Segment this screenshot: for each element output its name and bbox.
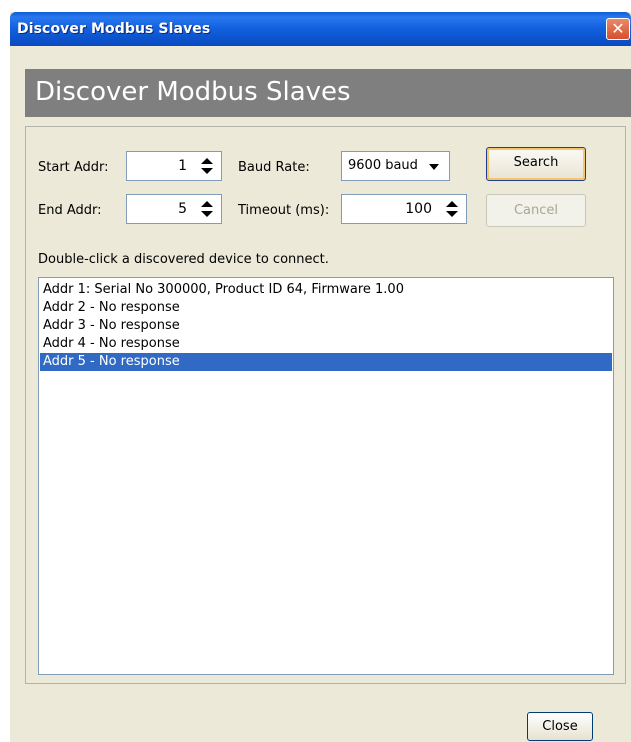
window-title: Discover Modbus Slaves — [17, 21, 211, 37]
baud-rate-value: 9600 baud — [348, 158, 418, 173]
list-item[interactable]: Addr 3 - No response — [40, 317, 612, 335]
instruction-text: Double-click a discovered device to conn… — [38, 252, 329, 267]
baud-rate-label: Baud Rate: — [238, 160, 310, 175]
device-list[interactable]: Addr 1: Serial No 300000, Product ID 64,… — [38, 277, 614, 675]
list-item[interactable]: Addr 4 - No response — [40, 335, 612, 353]
timeout-label: Timeout (ms): — [238, 203, 330, 218]
timeout-spinbox[interactable]: 100 — [341, 194, 467, 224]
spin-arrows-icon[interactable] — [446, 201, 458, 217]
start-addr-value: 1 — [178, 158, 187, 174]
dialog-window: Discover Modbus Slaves ✕ Discover Modbus… — [10, 12, 631, 742]
end-addr-value: 5 — [178, 201, 187, 217]
baud-rate-select[interactable]: 9600 baud — [341, 151, 450, 181]
chevron-down-icon[interactable] — [429, 164, 439, 170]
search-button[interactable]: Search — [486, 147, 586, 181]
list-item-selected[interactable]: Addr 5 - No response — [40, 353, 612, 371]
close-button[interactable]: Close — [527, 712, 593, 741]
end-addr-spinbox[interactable]: 5 — [126, 194, 222, 224]
page-title: Discover Modbus Slaves — [35, 77, 351, 107]
window-close-button[interactable]: ✕ — [606, 18, 630, 40]
start-addr-spinbox[interactable]: 1 — [126, 151, 222, 181]
spin-arrows-icon[interactable] — [201, 201, 213, 217]
list-item[interactable]: Addr 2 - No response — [40, 299, 612, 317]
spin-arrows-icon[interactable] — [201, 158, 213, 174]
header-banner: Discover Modbus Slaves — [25, 69, 631, 117]
list-item[interactable]: Addr 1: Serial No 300000, Product ID 64,… — [40, 281, 612, 299]
title-bar[interactable]: Discover Modbus Slaves ✕ — [10, 12, 631, 46]
start-addr-label: Start Addr: — [38, 160, 109, 175]
close-icon: ✕ — [611, 19, 625, 38]
timeout-value: 100 — [405, 201, 432, 217]
end-addr-label: End Addr: — [38, 203, 102, 218]
cancel-button[interactable]: Cancel — [486, 194, 586, 227]
